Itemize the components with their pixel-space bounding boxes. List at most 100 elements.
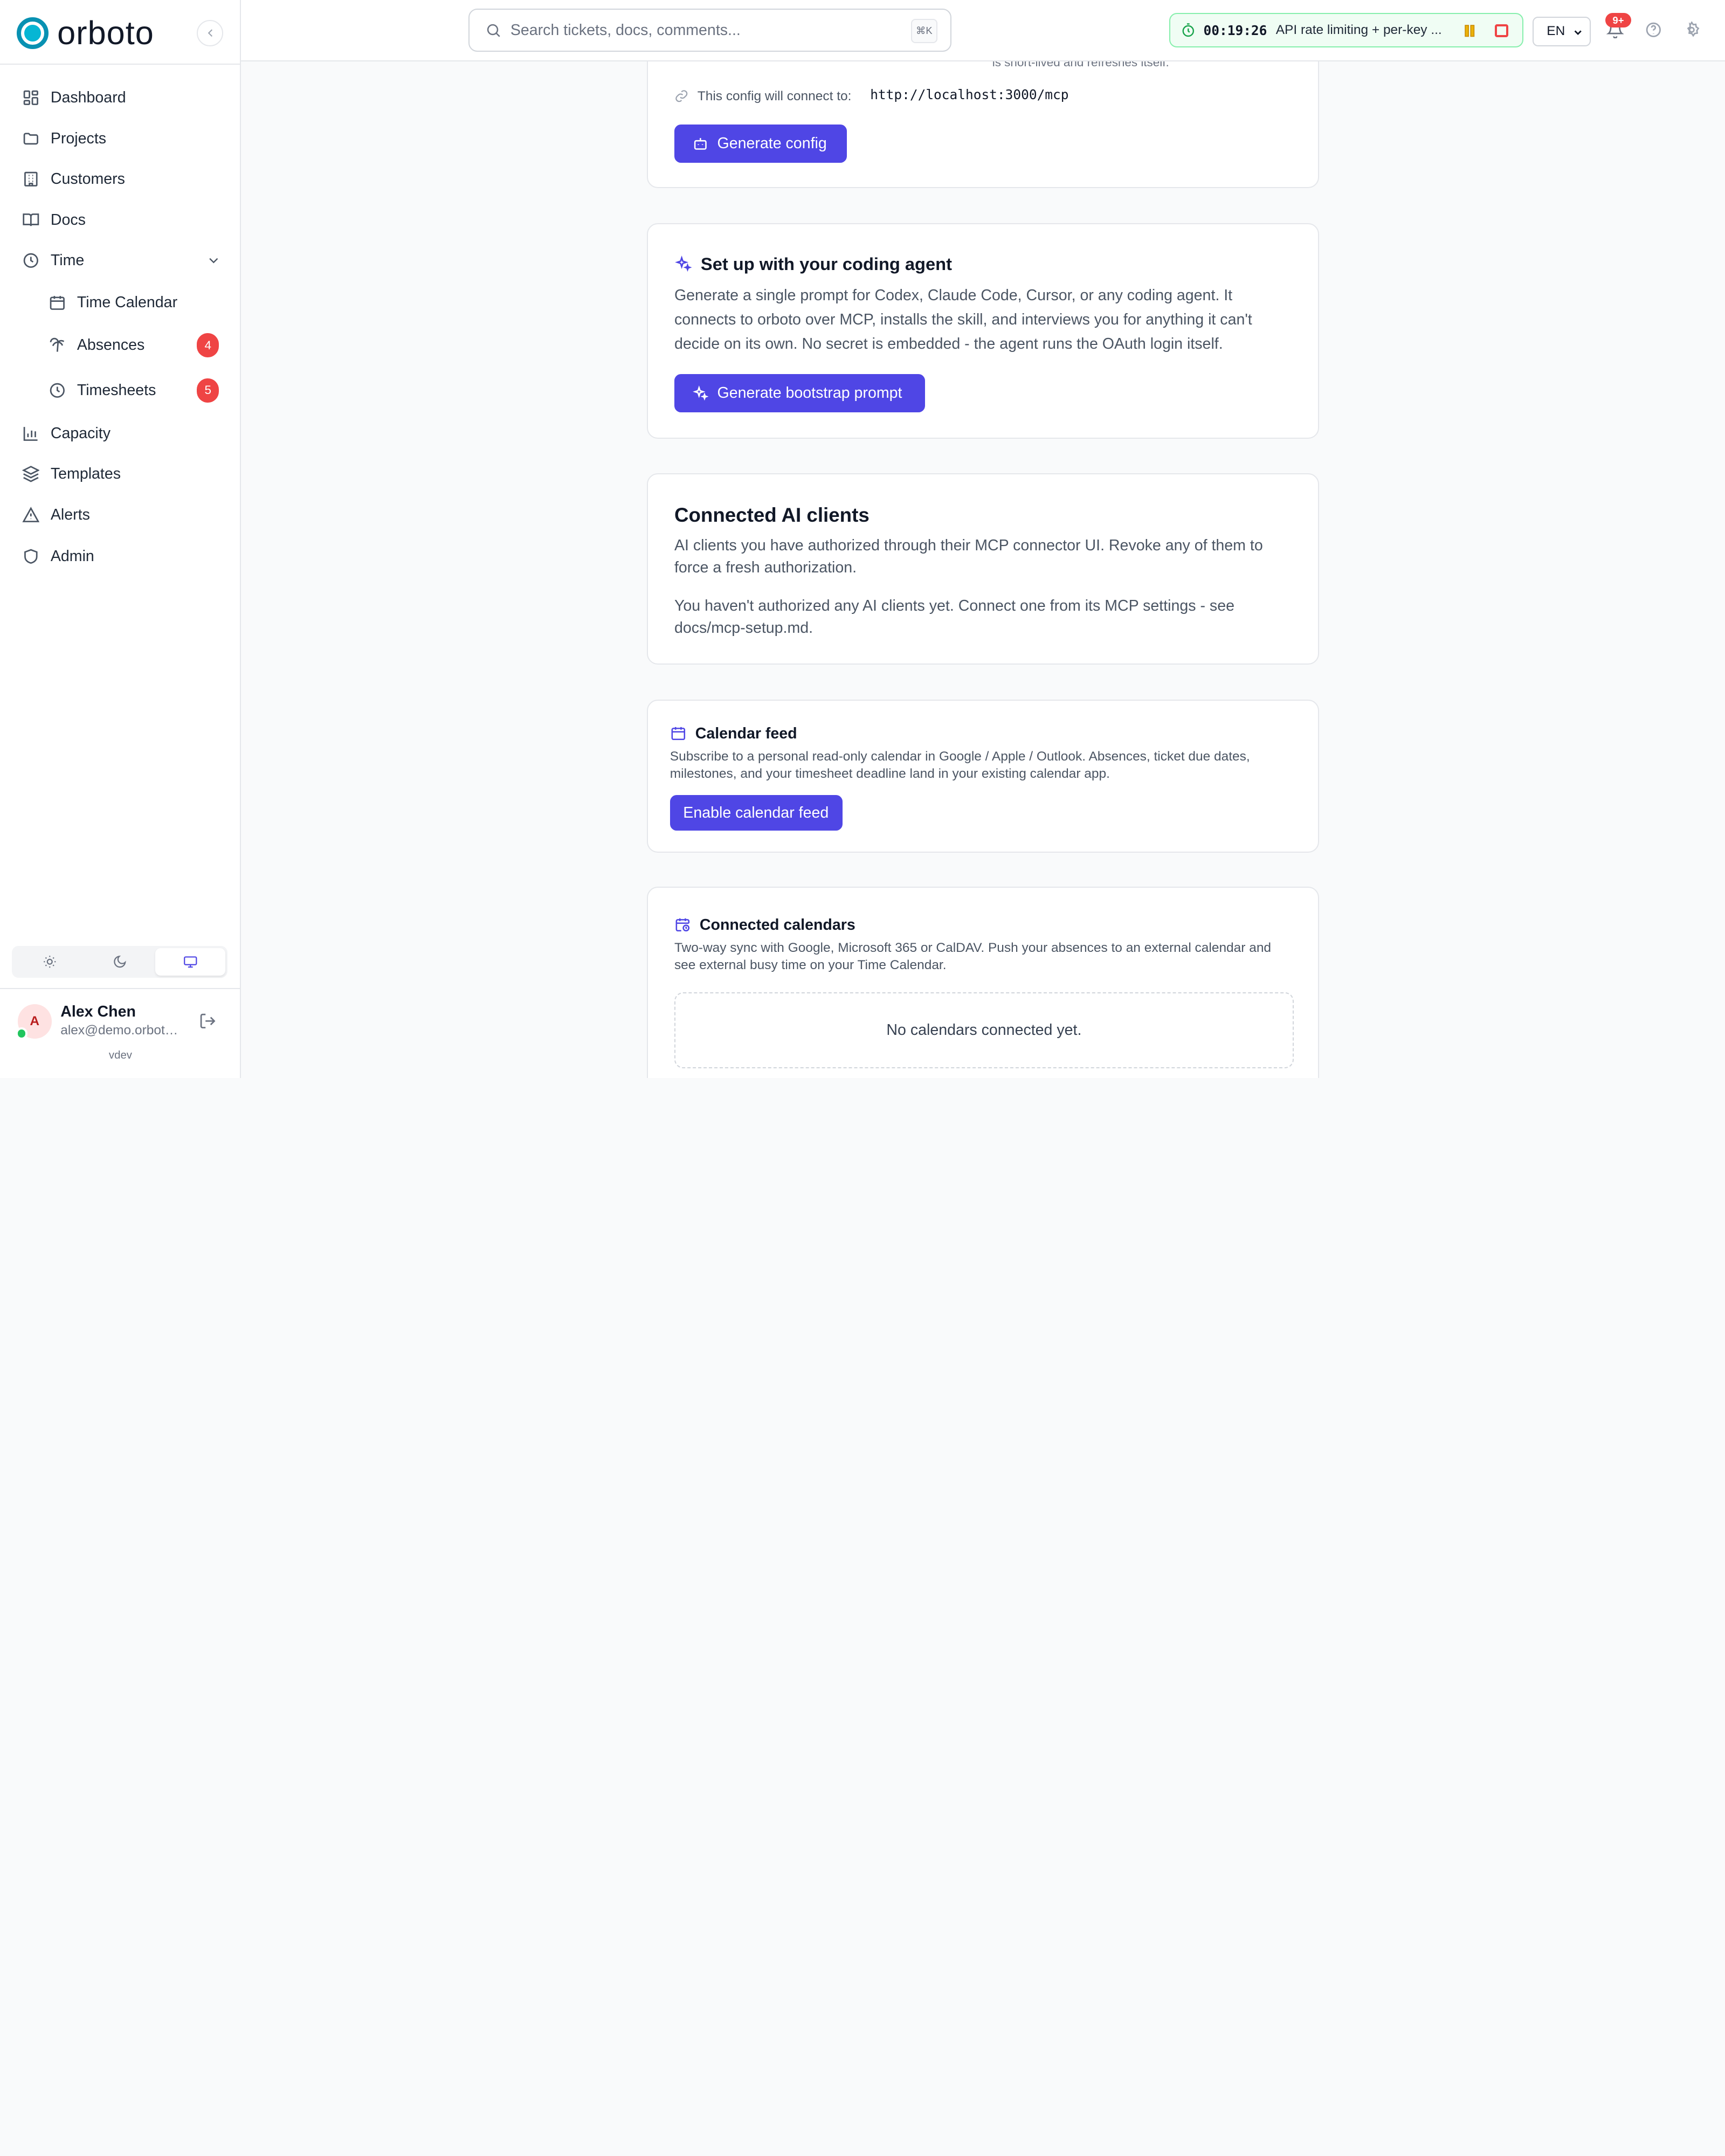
divider bbox=[0, 987, 241, 989]
coding-agent-title: Set up with your coding agent bbox=[700, 254, 952, 274]
enable-calendar-feed-button[interactable]: Enable calendar feed bbox=[670, 795, 843, 831]
online-status-dot bbox=[15, 1027, 27, 1040]
folder-icon bbox=[23, 133, 38, 145]
dashboard-icon bbox=[23, 91, 38, 106]
app-root: orboto Dashboard Projects Customers Docs… bbox=[0, 0, 1725, 1078]
search-shortcut-hint: ⌘K bbox=[910, 18, 937, 43]
sidebar-item-label: Projects bbox=[50, 129, 107, 147]
alert-triangle-icon bbox=[22, 507, 40, 522]
sidebar-item-label: Templates bbox=[50, 465, 121, 483]
coding-agent-card: Set up with your coding agent Generate a… bbox=[646, 223, 1319, 439]
sidebar-item-label: Dashboard bbox=[50, 89, 126, 107]
pause-icon[interactable] bbox=[1463, 24, 1476, 37]
config-note: is short-lived and refreshes itself. bbox=[992, 61, 1169, 69]
coding-agent-description: Generate a single prompt for Codex, Clau… bbox=[674, 287, 1252, 353]
sidebar-item-alerts[interactable]: Alerts bbox=[11, 497, 230, 532]
theme-dark-button[interactable] bbox=[85, 948, 155, 976]
sidebar-item-label: Docs bbox=[50, 211, 86, 229]
timer-task-name: API rate limiting + per-key ... bbox=[1275, 23, 1442, 38]
logout-icon[interactable] bbox=[199, 1012, 217, 1030]
calendar-clock-icon bbox=[675, 918, 689, 931]
chevron-down-icon bbox=[1574, 30, 1582, 35]
layers-icon bbox=[22, 466, 40, 482]
search-placeholder: Search tickets, docs, comments... bbox=[510, 21, 741, 39]
sparkles-icon bbox=[675, 255, 692, 272]
sidebar-item-dashboard[interactable]: Dashboard bbox=[11, 80, 230, 115]
sidebar-item-admin[interactable]: Admin bbox=[11, 539, 230, 574]
sidebar-item-label: Time bbox=[50, 252, 85, 270]
sidebar-item-time-calendar[interactable]: Time Calendar bbox=[37, 285, 230, 320]
sidebar: orboto Dashboard Projects Customers Docs… bbox=[0, 0, 241, 1078]
stop-timer-button[interactable] bbox=[1495, 24, 1508, 38]
sidebar-item-label: Admin bbox=[50, 548, 94, 565]
active-timer[interactable]: 00:19:26 API rate limiting + per-key ... bbox=[1169, 13, 1524, 47]
user-name: Alex Chen bbox=[60, 1003, 136, 1021]
connected-calendars-empty-text: No calendars connected yet. bbox=[886, 1021, 1082, 1039]
sidebar-item-customers[interactable]: Customers bbox=[11, 162, 230, 197]
main-content: is short-lived and refreshes itself. Thi… bbox=[241, 61, 1725, 1078]
calendar-feed-description: Subscribe to a personal read-only calend… bbox=[670, 749, 1250, 782]
clock-icon bbox=[50, 383, 65, 398]
link-icon bbox=[675, 90, 688, 102]
sidebar-item-projects[interactable]: Projects bbox=[11, 121, 230, 156]
sidebar-item-label: Time Calendar bbox=[77, 293, 178, 311]
app-version: vdev bbox=[108, 1049, 132, 1061]
sidebar-item-label: Timesheets bbox=[77, 381, 156, 399]
mcp-config-card: is short-lived and refreshes itself. Thi… bbox=[646, 61, 1319, 188]
connected-calendars-card: Connected calendars Two-way sync with Go… bbox=[646, 886, 1319, 1078]
generate-config-button[interactable]: Generate config bbox=[674, 124, 847, 163]
divider bbox=[0, 64, 241, 65]
moon-icon bbox=[114, 956, 126, 968]
topbar: Search tickets, docs, comments... ⌘K 00:… bbox=[240, 0, 1725, 62]
connected-ai-empty: You haven't authorized any AI clients ye… bbox=[674, 597, 1234, 637]
sidebar-item-capacity[interactable]: Capacity bbox=[11, 416, 230, 451]
collapse-sidebar-button[interactable] bbox=[197, 19, 224, 46]
calendar-icon bbox=[50, 295, 65, 310]
language-select[interactable]: EN bbox=[1532, 16, 1591, 46]
theme-light-button[interactable] bbox=[15, 948, 85, 976]
help-icon[interactable] bbox=[1645, 21, 1662, 39]
sidebar-item-label: Capacity bbox=[50, 424, 111, 442]
clock-icon bbox=[23, 253, 38, 268]
brand[interactable]: orboto bbox=[16, 16, 154, 51]
sidebar-item-docs[interactable]: Docs bbox=[11, 203, 230, 238]
notifications-badge: 9+ bbox=[1605, 13, 1632, 27]
search-icon bbox=[487, 24, 500, 37]
chevron-down-icon bbox=[209, 258, 218, 264]
sidebar-item-label: Absences bbox=[77, 336, 145, 354]
generate-bootstrap-prompt-button[interactable]: Generate bootstrap prompt bbox=[674, 374, 926, 413]
theme-switcher bbox=[12, 946, 228, 978]
connected-ai-clients-card: Connected AI clients AI clients you have… bbox=[646, 473, 1319, 665]
sidebar-item-time[interactable]: Time bbox=[11, 243, 230, 278]
sidebar-item-absences[interactable]: Absences 4 bbox=[37, 328, 230, 363]
calendar-feed-card: Calendar feed Subscribe to a personal re… bbox=[646, 699, 1319, 853]
user-email: alex@demo.orboto.io bbox=[60, 1022, 182, 1038]
sun-icon bbox=[43, 956, 56, 968]
book-icon bbox=[23, 213, 39, 226]
timer-elapsed: 00:19:26 bbox=[1203, 22, 1267, 38]
calendar-feed-title: Calendar feed bbox=[695, 724, 797, 742]
connected-calendars-title: Connected calendars bbox=[699, 916, 855, 934]
building-icon bbox=[24, 172, 38, 187]
generate-config-label: Generate config bbox=[717, 134, 827, 152]
timesheets-count-badge: 5 bbox=[197, 378, 219, 403]
sidebar-item-label: Alerts bbox=[50, 506, 90, 523]
search-input[interactable]: Search tickets, docs, comments... ⌘K bbox=[468, 9, 952, 52]
connect-label: This config will connect to: bbox=[697, 89, 852, 104]
sparkles-icon bbox=[692, 385, 709, 401]
sidebar-item-timesheets[interactable]: Timesheets 5 bbox=[37, 373, 230, 408]
robot-icon bbox=[694, 138, 707, 150]
theme-system-button[interactable] bbox=[155, 948, 226, 976]
connected-ai-title: Connected AI clients bbox=[674, 503, 870, 526]
connected-calendars-empty: No calendars connected yet. bbox=[674, 992, 1294, 1068]
chevron-left-icon bbox=[208, 29, 212, 37]
gear-icon[interactable] bbox=[1683, 21, 1701, 39]
sidebar-item-templates[interactable]: Templates bbox=[11, 457, 230, 492]
orboto-logo-icon bbox=[16, 17, 49, 49]
language-value: EN bbox=[1547, 24, 1565, 39]
sidebar-item-label: Customers bbox=[50, 170, 125, 188]
connected-calendars-description: Two-way sync with Google, Microsoft 365 … bbox=[674, 940, 1272, 973]
absences-count-badge: 4 bbox=[197, 333, 219, 358]
generate-bootstrap-prompt-label: Generate bootstrap prompt bbox=[717, 384, 902, 402]
monitor-icon bbox=[183, 956, 197, 968]
